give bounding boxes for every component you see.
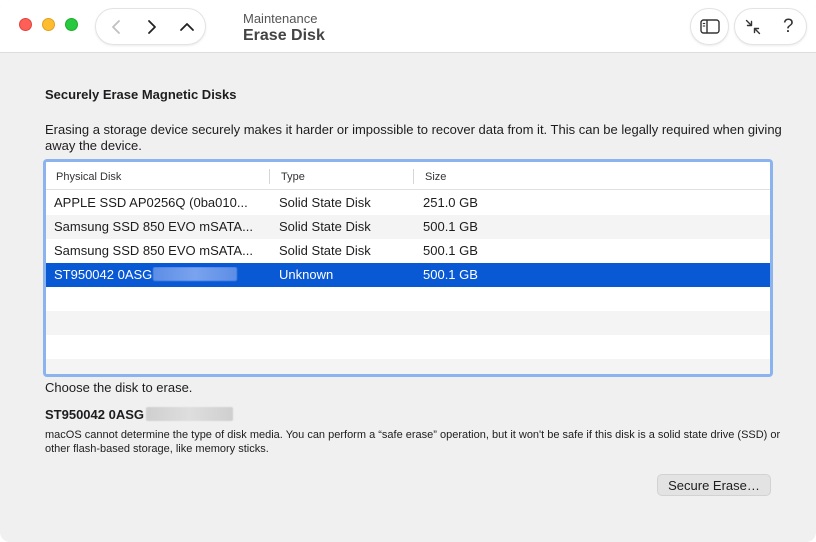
disk-table[interactable]: Physical Disk Type Size APPLE SSD AP0256… — [43, 159, 773, 377]
cell-disk: Samsung SSD 850 EVO mSATA... — [54, 219, 253, 234]
cell-type: Solid State Disk — [279, 219, 371, 234]
empty-row — [46, 311, 770, 335]
breadcrumb-parent[interactable]: Maintenance — [243, 11, 317, 26]
selection-hint: Choose the disk to erase. — [45, 380, 193, 395]
title-bar: Maintenance Erase Disk ? — [0, 0, 816, 53]
sidebar-toggle-icon — [699, 19, 720, 34]
cell-disk-text: ST950042 0ASG — [54, 267, 153, 282]
cell-type: Solid State Disk — [279, 195, 371, 210]
navigation-group — [95, 8, 206, 45]
chevron-left-icon — [111, 19, 120, 34]
collapse-button[interactable] — [735, 9, 771, 44]
cell-disk: APPLE SSD AP0256Q (0ba010... — [54, 195, 248, 210]
cell-size: 251.0 GB — [423, 195, 478, 210]
help-icon: ? — [782, 15, 794, 37]
column-divider[interactable] — [413, 169, 414, 184]
close-window-button[interactable] — [19, 18, 32, 31]
back-button[interactable] — [97, 9, 134, 44]
sidebar-toggle-button[interactable] — [690, 8, 729, 45]
table-row-selected[interactable]: ST950042 0ASG Unknown 500.1 GB — [46, 263, 770, 287]
redacted-serial — [146, 407, 234, 421]
toolbar-group-right: ? — [734, 8, 807, 45]
empty-row — [46, 335, 770, 359]
cell-disk: Samsung SSD 850 EVO mSATA... — [54, 243, 253, 258]
cell-type: Unknown — [279, 267, 334, 282]
cell-size: 500.1 GB — [423, 243, 478, 258]
redacted-serial — [153, 267, 238, 281]
empty-row — [46, 287, 770, 311]
zoom-window-button[interactable] — [65, 18, 78, 31]
chevron-up-icon — [179, 22, 194, 31]
section-title: Securely Erase Magnetic Disks — [45, 87, 237, 102]
cell-size: 500.1 GB — [423, 267, 478, 282]
column-header-type[interactable]: Type — [281, 171, 305, 183]
up-button[interactable] — [168, 9, 205, 44]
minimize-window-button[interactable] — [42, 18, 55, 31]
disk-warning: macOS cannot determine the type of disk … — [45, 429, 781, 455]
cell-size: 500.1 GB — [423, 219, 478, 234]
column-divider[interactable] — [269, 169, 270, 184]
collapse-arrows-icon — [745, 19, 760, 34]
selected-disk-name-text: ST950042 0ASG — [45, 407, 145, 422]
section-description: Erasing a storage device securely makes … — [45, 122, 782, 153]
column-header-size[interactable]: Size — [425, 171, 446, 183]
table-row[interactable]: Samsung SSD 850 EVO mSATA... Solid State… — [46, 215, 770, 239]
app-window: Maintenance Erase Disk ? Securely Erase … — [0, 0, 816, 542]
forward-button[interactable] — [133, 9, 170, 44]
cell-disk: ST950042 0ASG — [54, 267, 260, 282]
column-header-physical-disk[interactable]: Physical Disk — [56, 171, 121, 183]
table-row[interactable]: APPLE SSD AP0256Q (0ba010... Solid State… — [46, 191, 770, 215]
page-title: Erase Disk — [243, 27, 325, 44]
table-header: Physical Disk Type Size — [46, 162, 770, 190]
empty-row — [46, 359, 770, 374]
table-row[interactable]: Samsung SSD 850 EVO mSATA... Solid State… — [46, 239, 770, 263]
selected-disk-name: ST950042 0ASG — [45, 407, 234, 422]
secure-erase-button[interactable]: Secure Erase… — [657, 474, 771, 496]
help-button[interactable]: ? — [771, 9, 807, 44]
chevron-right-icon — [147, 19, 156, 34]
cell-type: Solid State Disk — [279, 243, 371, 258]
